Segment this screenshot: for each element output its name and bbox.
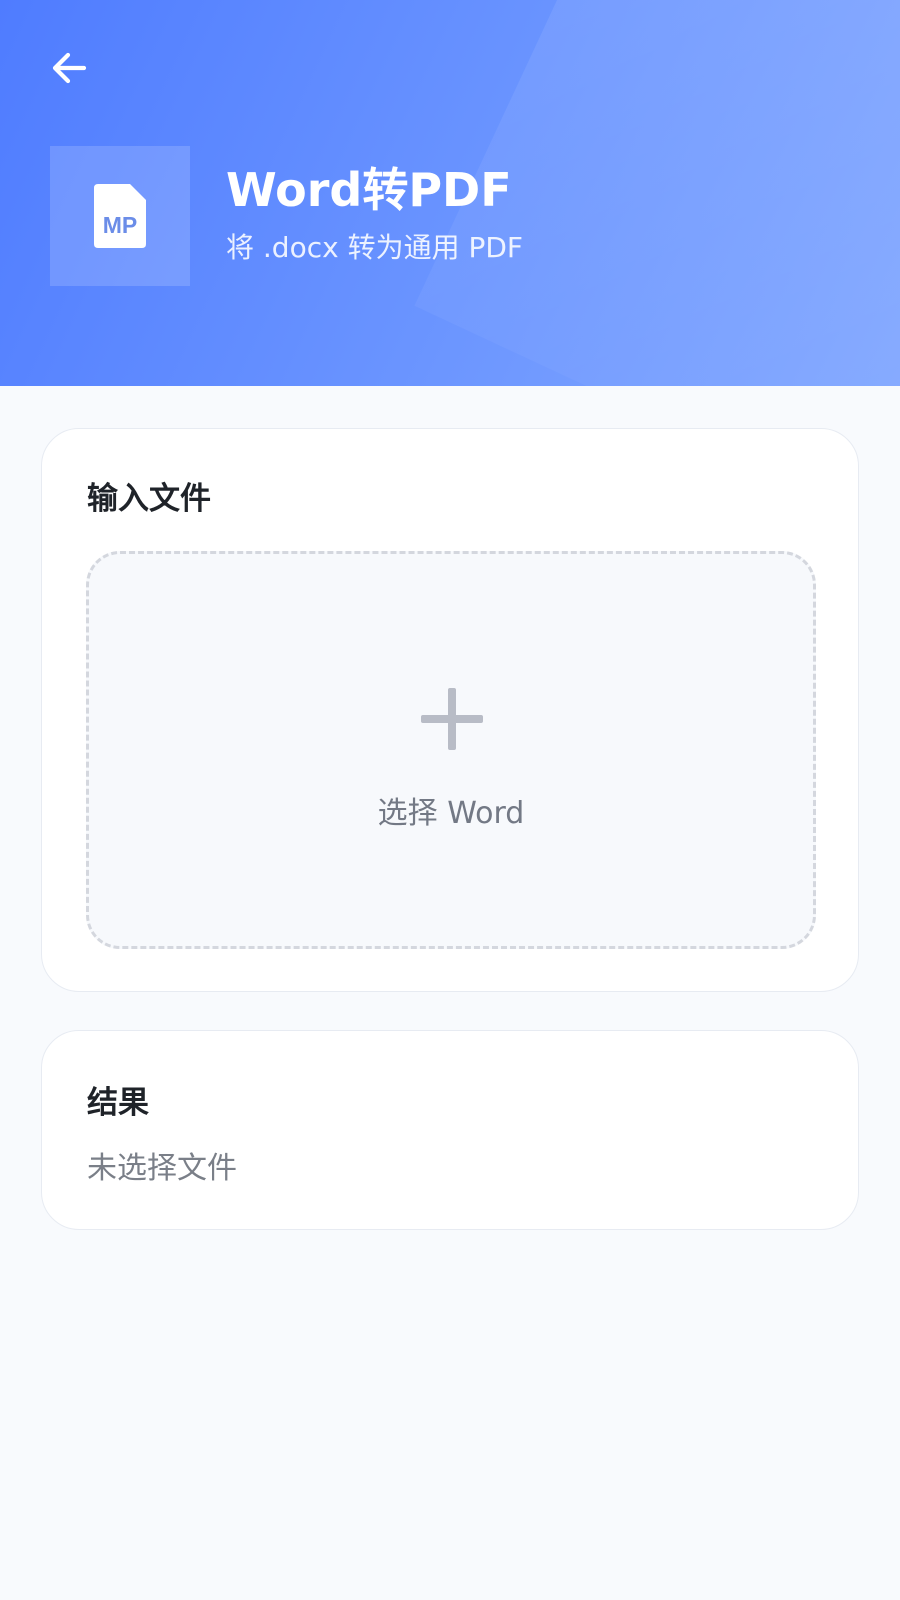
result-card: 结果 未选择文件 [41,1030,859,1230]
input-card-title: 输入文件 [87,481,211,517]
arrow-left-icon [52,52,87,84]
page-subtitle: 将 .docx 转为通用 PDF [226,231,524,264]
result-card-title: 结果 [87,1085,149,1121]
page-header: MP Word转PDF 将 .docx 转为通用 PDF [0,0,900,386]
select-word-drop-zone[interactable]: 选择 Word [86,551,816,949]
app-icon-tile: MP [50,146,190,286]
mp-file-icon: MP [94,184,146,248]
result-status: 未选择文件 [87,1151,237,1186]
select-word-label: 选择 Word [377,796,525,831]
back-button[interactable] [44,42,96,94]
title-block: Word转PDF 将 .docx 转为通用 PDF [226,162,523,266]
input-file-card: 输入文件 选择 Word [41,428,859,992]
page-title: Word转PDF [226,163,512,217]
app-icon-text: MP [103,212,138,238]
plus-icon [421,688,483,750]
